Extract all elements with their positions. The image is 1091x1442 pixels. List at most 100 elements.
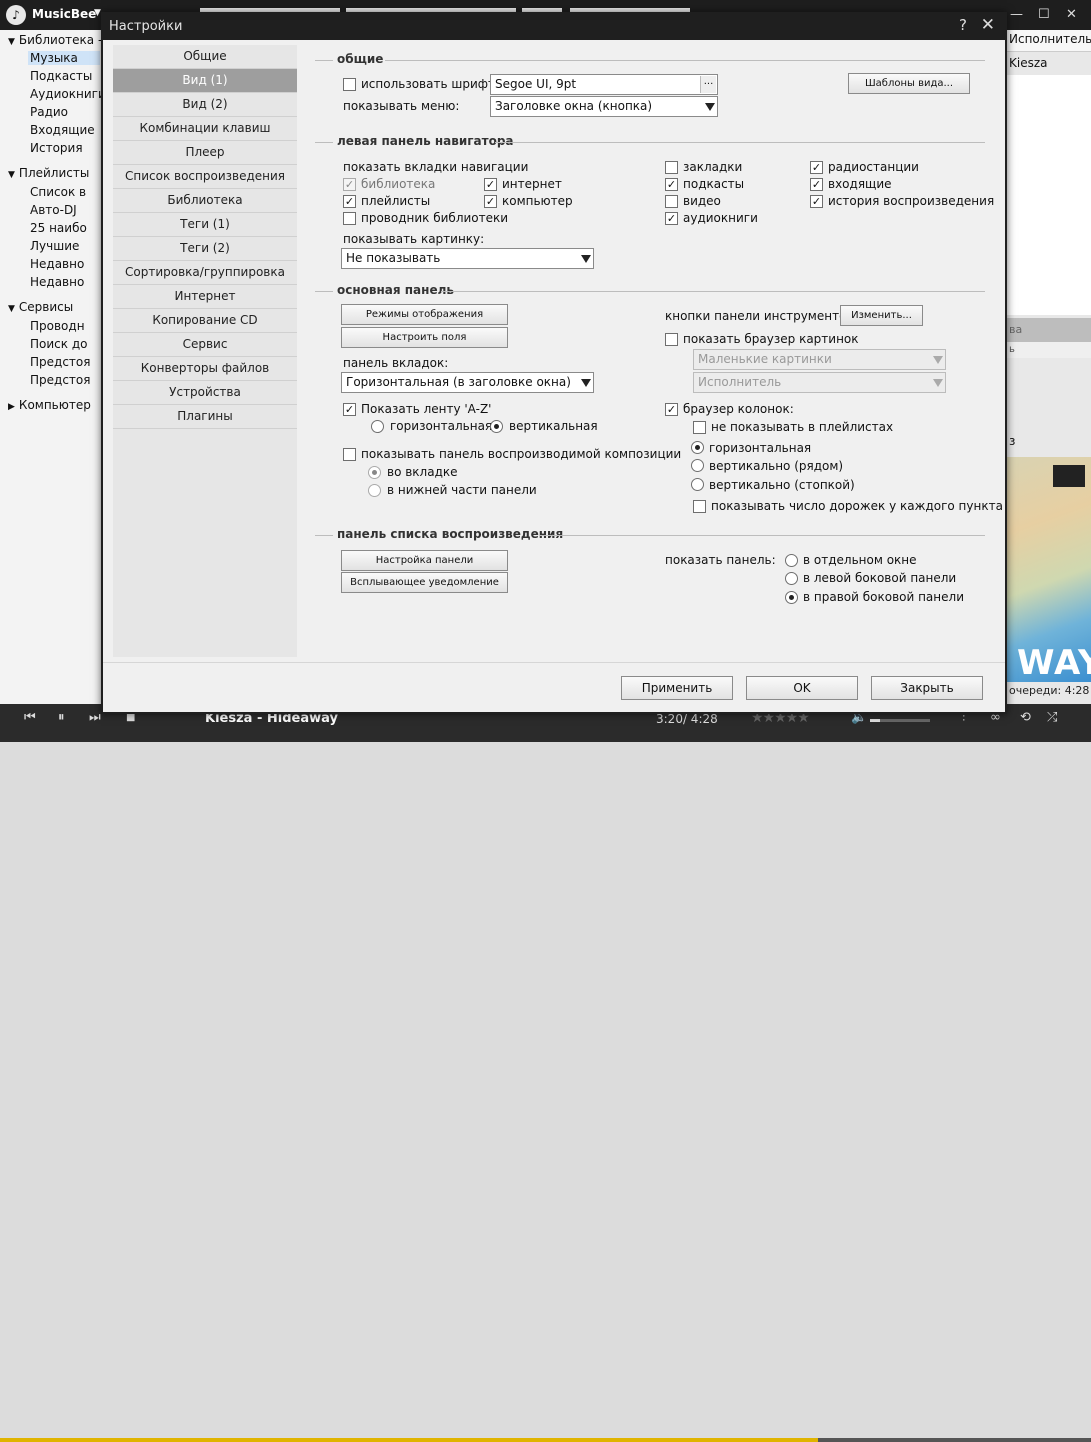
- display-modes-button[interactable]: Режимы отображения: [341, 304, 508, 325]
- column-vertical-stack-radio[interactable]: [691, 478, 704, 491]
- tab-video-label: видео: [683, 194, 721, 208]
- tree-item-service[interactable]: Проводн: [30, 319, 102, 333]
- tree-item-playlist[interactable]: Лучшие: [30, 239, 102, 253]
- nav-item[interactable]: Список воспроизведения: [113, 165, 297, 189]
- show-menu-select[interactable]: Заголовке окна (кнопка): [490, 96, 718, 117]
- tree-item-history[interactable]: История: [30, 141, 102, 155]
- tab-library-checkbox[interactable]: ✓: [343, 178, 356, 191]
- track-row-artist[interactable]: Kiesza: [1009, 56, 1048, 70]
- configure-fields-button[interactable]: Настроить поля: [341, 327, 508, 348]
- tree-library-header[interactable]: ▼ Библиотека -: [8, 33, 102, 47]
- ok-button[interactable]: OK: [746, 676, 858, 700]
- font-field[interactable]: Segoe UI, 9pt...: [490, 74, 718, 95]
- nav-item[interactable]: Комбинации клавиш: [113, 117, 297, 141]
- tabs-panel-select[interactable]: Горизонтальная (в заголовке окна): [341, 372, 594, 393]
- use-font-checkbox[interactable]: [343, 78, 356, 91]
- np-in-tab-radio[interactable]: [368, 466, 381, 479]
- az-strip-checkbox[interactable]: ✓: [343, 403, 356, 416]
- tab-history-checkbox[interactable]: ✓: [810, 195, 823, 208]
- art-field-select[interactable]: Исполнитель: [693, 372, 946, 393]
- tab-computer-checkbox[interactable]: ✓: [484, 195, 497, 208]
- tree-item-playlist[interactable]: Недавно: [30, 275, 102, 289]
- picture-select[interactable]: Не показывать: [341, 248, 594, 269]
- minimize-icon[interactable]: —: [1010, 7, 1023, 22]
- pause-icon[interactable]: ⏸: [58, 710, 65, 725]
- column-browser-label: браузер колонок:: [683, 402, 794, 416]
- panel-right-radio[interactable]: [785, 591, 798, 604]
- tab-video-checkbox[interactable]: [665, 195, 678, 208]
- nav-item[interactable]: Плагины: [113, 405, 297, 429]
- tree-item-audiobooks[interactable]: Аудиокниги: [30, 87, 102, 101]
- tree-item-playlist[interactable]: Авто-DJ: [30, 203, 102, 217]
- tree-item-service[interactable]: Предстоя: [30, 373, 102, 387]
- nav-item[interactable]: Конверторы файлов: [113, 357, 297, 381]
- column-horizontal-radio[interactable]: [691, 441, 704, 454]
- tree-item-playlist[interactable]: Список в: [30, 185, 102, 199]
- tab-bookmarks-checkbox[interactable]: [665, 161, 678, 174]
- panel-window-radio[interactable]: [785, 554, 798, 567]
- tab-podcasts-checkbox[interactable]: ✓: [665, 178, 678, 191]
- tree-item-radio[interactable]: Радио: [30, 105, 102, 119]
- toolbar-buttons-label: кнопки панели инструментов:: [665, 309, 858, 323]
- popup-notification-button[interactable]: Всплывающее уведомление: [341, 572, 508, 593]
- volume-slider[interactable]: [870, 719, 930, 722]
- art-browser-checkbox[interactable]: [665, 333, 678, 346]
- toolbar-edit-button[interactable]: Изменить...: [840, 305, 923, 326]
- track-count-checkbox[interactable]: [693, 500, 706, 513]
- configure-panel-button[interactable]: Настройка панели: [341, 550, 508, 571]
- tab-internet-checkbox[interactable]: ✓: [484, 178, 497, 191]
- tab-radio-checkbox[interactable]: ✓: [810, 161, 823, 174]
- tree-item-playlist[interactable]: 25 наибо: [30, 221, 102, 235]
- nav-item[interactable]: Устройства: [113, 381, 297, 405]
- nav-item[interactable]: Библиотека: [113, 189, 297, 213]
- column-header-artist[interactable]: Исполнитель: [1005, 30, 1091, 52]
- close-icon[interactable]: ✕: [1066, 7, 1077, 22]
- close-button[interactable]: Закрыть: [871, 676, 983, 700]
- previous-track-icon[interactable]: ⏮: [24, 710, 36, 725]
- nav-item[interactable]: Теги (1): [113, 213, 297, 237]
- panel-left-radio[interactable]: [785, 572, 798, 585]
- shuffle-icon[interactable]: ⤮: [1047, 710, 1057, 725]
- dialog-close-icon[interactable]: ✕: [981, 15, 995, 35]
- tree-playlists-header[interactable]: ▼ Плейлисты: [8, 166, 89, 180]
- nav-item[interactable]: Копирование CD: [113, 309, 297, 333]
- hide-in-playlists-checkbox[interactable]: [693, 421, 706, 434]
- tab-audiobooks-checkbox[interactable]: ✓: [665, 212, 678, 225]
- help-icon[interactable]: ?: [959, 16, 967, 34]
- nav-item[interactable]: Сервис: [113, 333, 297, 357]
- apply-button[interactable]: Применить: [621, 676, 733, 700]
- tree-services-header[interactable]: ▼ Сервисы: [8, 300, 73, 314]
- tree-item-playlist[interactable]: Недавно: [30, 257, 102, 271]
- view-templates-button[interactable]: Шаблоны вида...: [848, 73, 970, 94]
- panel-tab[interactable]: ва: [1005, 318, 1091, 342]
- art-size-select[interactable]: Маленькие картинки: [693, 349, 946, 370]
- tree-item-service[interactable]: Поиск до: [30, 337, 102, 351]
- tree-item-inbox[interactable]: Входящие: [30, 123, 102, 137]
- tab-explorer-checkbox[interactable]: [343, 212, 356, 225]
- tree-item-podcasts[interactable]: Подкасты: [30, 69, 102, 83]
- nav-item[interactable]: Плеер: [113, 141, 297, 165]
- nav-item[interactable]: Вид (1): [113, 69, 297, 93]
- progress-bar[interactable]: [0, 1438, 1091, 1442]
- repeat-icon[interactable]: ⟲: [1020, 710, 1031, 725]
- app-menu-chevron-icon[interactable]: ▼: [94, 8, 101, 18]
- az-horizontal-radio[interactable]: [371, 420, 384, 433]
- nav-item[interactable]: Общие: [113, 45, 297, 69]
- nav-item[interactable]: Интернет: [113, 285, 297, 309]
- tree-computer-header[interactable]: ▶ Компьютер: [8, 398, 91, 412]
- now-playing-panel-checkbox[interactable]: [343, 448, 356, 461]
- nav-item[interactable]: Сортировка/группировка: [113, 261, 297, 285]
- tab-inbox-checkbox[interactable]: ✓: [810, 178, 823, 191]
- az-vertical-radio[interactable]: [490, 420, 503, 433]
- next-track-icon[interactable]: ⏭: [89, 710, 101, 725]
- column-browser-checkbox[interactable]: ✓: [665, 403, 678, 416]
- font-browse-button[interactable]: ...: [700, 76, 716, 93]
- maximize-icon[interactable]: ☐: [1038, 7, 1050, 22]
- tree-item-music[interactable]: Музыка: [28, 51, 100, 65]
- nav-item[interactable]: Вид (2): [113, 93, 297, 117]
- nav-item[interactable]: Теги (2): [113, 237, 297, 261]
- tab-playlists-checkbox[interactable]: ✓: [343, 195, 356, 208]
- tree-item-service[interactable]: Предстоя: [30, 355, 102, 369]
- np-bottom-radio[interactable]: [368, 484, 381, 497]
- column-vertical-side-radio[interactable]: [691, 459, 704, 472]
